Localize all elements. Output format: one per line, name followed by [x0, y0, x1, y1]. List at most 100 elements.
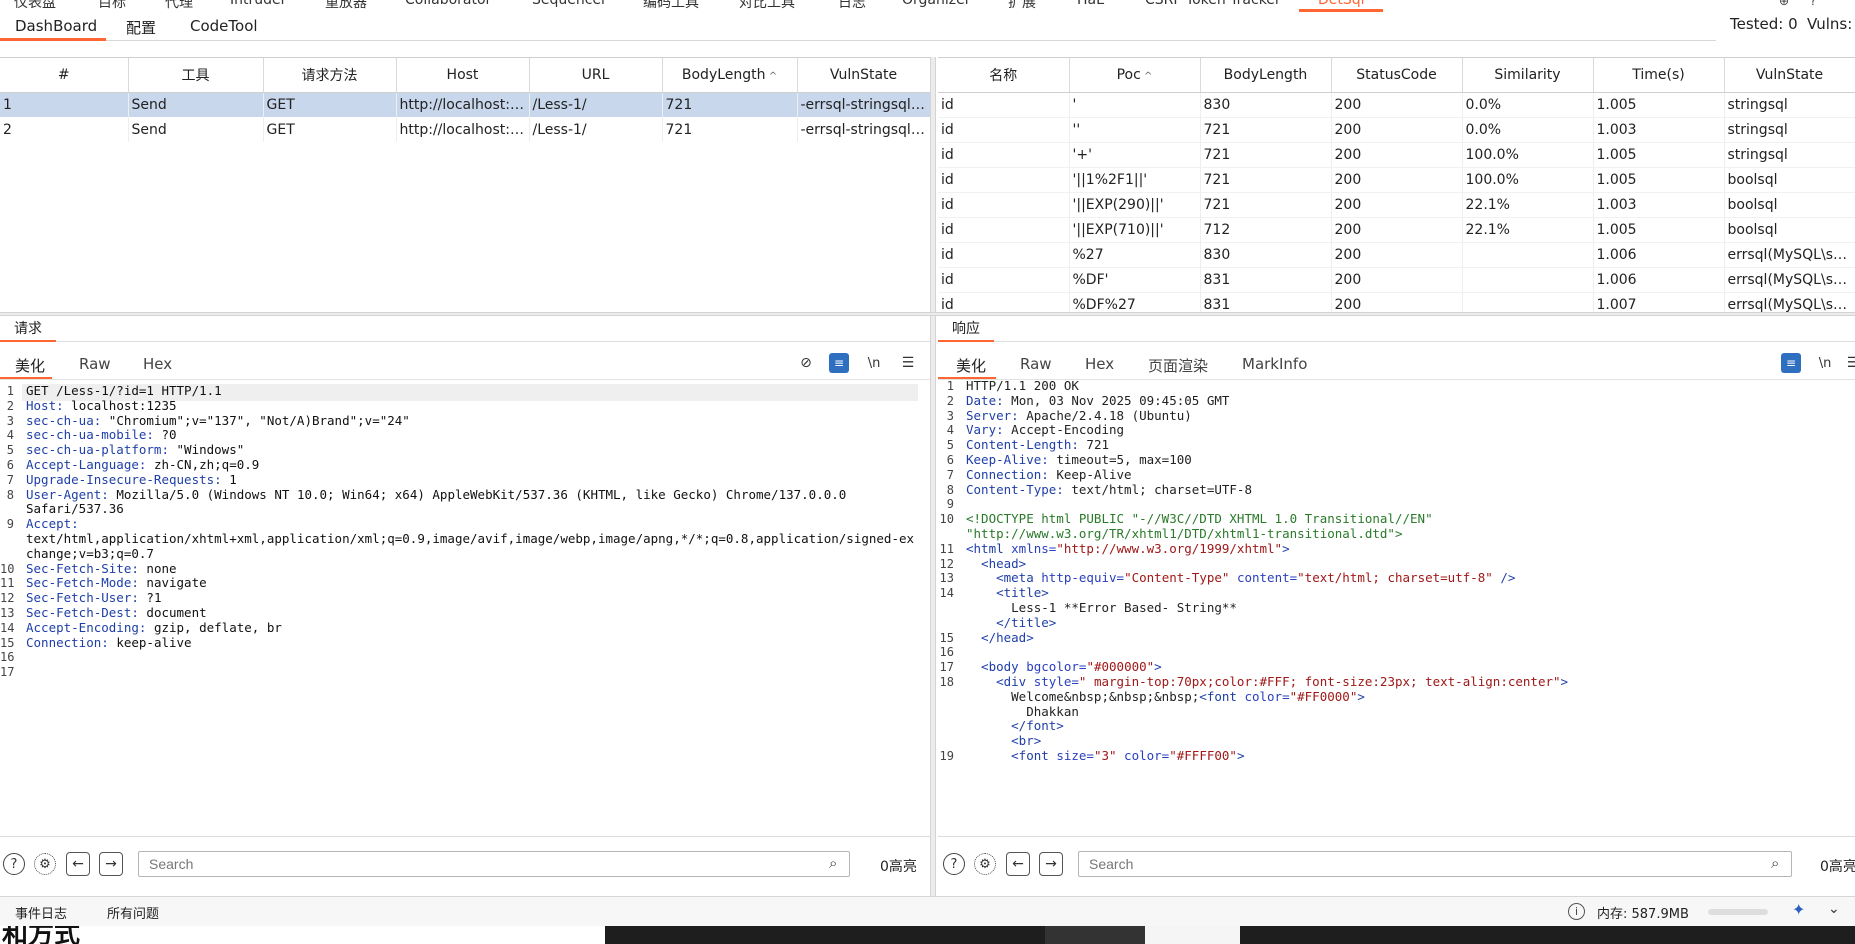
- column-header[interactable]: Time(s): [1593, 58, 1725, 93]
- table-row[interactable]: id '||EXP(290)||' 721 200 22.1% 1.003 boolsql: [938, 192, 1855, 218]
- tab-response-markinfo[interactable]: MarkInfo: [1242, 355, 1307, 373]
- column-header[interactable]: 名称: [938, 58, 1070, 93]
- sparkle-icon[interactable]: ✦: [1792, 900, 1805, 919]
- code-token: Vary:: [966, 422, 1004, 438]
- tab-response-hex[interactable]: Hex: [1085, 355, 1114, 373]
- help-icon[interactable]: ?: [1810, 0, 1816, 8]
- table-cell: id: [938, 217, 1070, 243]
- arrow-right-icon[interactable]: →: [99, 852, 123, 876]
- newline-icon[interactable]: \n: [864, 353, 884, 373]
- table-cell: 200: [1331, 292, 1463, 312]
- tab-request-raw[interactable]: Raw: [79, 355, 111, 373]
- menu-icon[interactable]: ☰: [1843, 353, 1855, 373]
- main-tab[interactable]: 仪表盘: [14, 0, 56, 12]
- event-log-tab[interactable]: 事件日志: [15, 903, 67, 922]
- arrow-left-icon[interactable]: ←: [1006, 852, 1030, 876]
- gear-icon[interactable]: ⚙: [34, 853, 56, 875]
- vertical-splitter-bottom[interactable]: [930, 316, 936, 896]
- help-icon[interactable]: ?: [3, 853, 25, 875]
- main-tab[interactable]: 扩展: [1008, 0, 1036, 12]
- request-search-input[interactable]: [138, 851, 850, 877]
- main-tab[interactable]: 代理: [165, 0, 193, 12]
- tab-codetool[interactable]: CodeTool: [190, 17, 258, 35]
- main-tab[interactable]: Sequencer: [532, 0, 607, 8]
- arrow-left-icon[interactable]: ←: [66, 852, 90, 876]
- table-row[interactable]: id '' 721 200 0.0% 1.003 stringsql: [938, 117, 1855, 143]
- column-header[interactable]: 请求方法: [263, 58, 397, 93]
- table-row[interactable]: id '||EXP(710)||' 712 200 22.1% 1.005 boolsql: [938, 217, 1855, 243]
- table-row[interactable]: id %DF' 831 200 1.006 errsql(MySQL\s+...: [938, 267, 1855, 293]
- code-token: "Content-Type": [1124, 570, 1230, 586]
- tab-config[interactable]: 配置: [126, 17, 156, 38]
- column-header[interactable]: VulnState: [1724, 58, 1855, 93]
- table-cell: 1.005: [1593, 92, 1725, 118]
- globe-icon[interactable]: ⊕: [1779, 0, 1789, 8]
- column-header[interactable]: StatusCode: [1331, 58, 1463, 93]
- table-row[interactable]: 2 Send GET http://localhost:1.../Less-1/721…: [0, 117, 930, 142]
- chevron-down-icon[interactable]: ⌄: [1828, 901, 1840, 917]
- table-row[interactable]: id '||1%2F1||' 721 200 100.0% 1.005 boolsql: [938, 167, 1855, 193]
- wrap-icon[interactable]: ≡: [829, 353, 849, 373]
- column-header[interactable]: Poc ^: [1069, 58, 1201, 93]
- column-header[interactable]: Similarity: [1462, 58, 1594, 93]
- column-header[interactable]: URL: [529, 58, 663, 93]
- menu-icon[interactable]: ☰: [898, 353, 918, 373]
- line-number: 2: [946, 393, 954, 408]
- table-cell: -errsql-stringsql-...: [797, 117, 930, 142]
- main-tab[interactable]: 目标: [98, 0, 126, 12]
- tab-dashboard[interactable]: DashBoard: [15, 17, 97, 35]
- column-header[interactable]: VulnState: [797, 58, 930, 93]
- search-icon[interactable]: ⌕: [1771, 854, 1779, 872]
- vertical-splitter-top[interactable]: [930, 57, 936, 312]
- main-tab[interactable]: Organizer: [902, 0, 970, 8]
- column-header[interactable]: BodyLength ^: [662, 58, 798, 93]
- table-row[interactable]: 1 Send GET http://localhost:1.../Less-1/721…: [0, 92, 930, 117]
- table-row[interactable]: id '+' 721 200 100.0% 1.005 stringsql: [938, 142, 1855, 168]
- main-tab[interactable]: 对比工具: [739, 0, 795, 12]
- code-token: >: [1560, 673, 1569, 689]
- table-row[interactable]: id %DF%27 831 200 1.007 errsql(MySQL\s+...: [938, 292, 1855, 312]
- tab-response-render[interactable]: 页面渲染: [1148, 355, 1208, 376]
- code-line: Safari/537.36: [26, 501, 918, 517]
- header-value: 1: [221, 471, 237, 487]
- table-cell: id: [938, 117, 1070, 143]
- table-row[interactable]: id %27 830 200 1.006 errsql(MySQL\s+...: [938, 242, 1855, 268]
- main-tab[interactable]: HaE: [1077, 0, 1105, 8]
- newline-icon[interactable]: \n: [1815, 353, 1835, 373]
- response-editor[interactable]: HTTP/1.1 200 OK Date: Mon, 03 Nov 2025 09…: [966, 379, 1855, 829]
- all-issues-tab[interactable]: 所有问题: [107, 903, 159, 922]
- gear-icon[interactable]: ⚙: [974, 853, 996, 875]
- column-header[interactable]: #: [0, 58, 129, 93]
- info-icon[interactable]: i: [1568, 903, 1585, 920]
- tab-request-hex[interactable]: Hex: [143, 355, 172, 373]
- code-token: Mon, 03 Nov 2025 09:45:05 GMT: [1003, 392, 1230, 408]
- eye-slash-icon[interactable]: ⊘: [796, 353, 816, 373]
- column-header[interactable]: 工具: [128, 58, 264, 93]
- request-editor[interactable]: GET /Less-1/?id=1 HTTP/1.1 Host: localhos…: [26, 384, 918, 834]
- main-tab[interactable]: DetSql: [1318, 0, 1365, 8]
- search-icon[interactable]: ⌕: [829, 854, 837, 872]
- code-token: " margin-top:70px;color:#FFF; font-size:…: [1078, 673, 1561, 689]
- main-tab[interactable]: Collaborator: [405, 0, 491, 8]
- main-tab[interactable]: 重放器: [325, 0, 367, 12]
- tab-response-raw[interactable]: Raw: [1020, 355, 1052, 373]
- tab-response-pretty[interactable]: 美化: [956, 355, 986, 376]
- help-icon[interactable]: ?: [943, 853, 965, 875]
- table-cell: boolsql: [1724, 192, 1855, 218]
- column-header[interactable]: Host: [396, 58, 530, 93]
- code-line: Sec-Fetch-Mode: navigate: [26, 575, 918, 591]
- main-tab[interactable]: Intruder: [230, 0, 286, 8]
- header-value: zh-CN,zh;q=0.9: [146, 456, 260, 472]
- arrow-right-icon[interactable]: →: [1039, 852, 1063, 876]
- main-tab[interactable]: 日志: [838, 0, 866, 12]
- column-header[interactable]: BodyLength: [1200, 58, 1332, 93]
- main-tab[interactable]: 编码工具: [643, 0, 699, 12]
- table-row[interactable]: id ' 830 200 0.0% 1.005 stringsql: [938, 92, 1855, 118]
- tab-request-pretty[interactable]: 美化: [15, 355, 45, 376]
- line-number: [938, 690, 954, 705]
- header-name: Sec-Fetch-Mode:: [26, 575, 139, 591]
- response-search-input[interactable]: [1078, 851, 1792, 877]
- wrap-icon[interactable]: ≡: [1781, 353, 1801, 373]
- main-tab[interactable]: CSRF Token Tracker: [1145, 0, 1281, 8]
